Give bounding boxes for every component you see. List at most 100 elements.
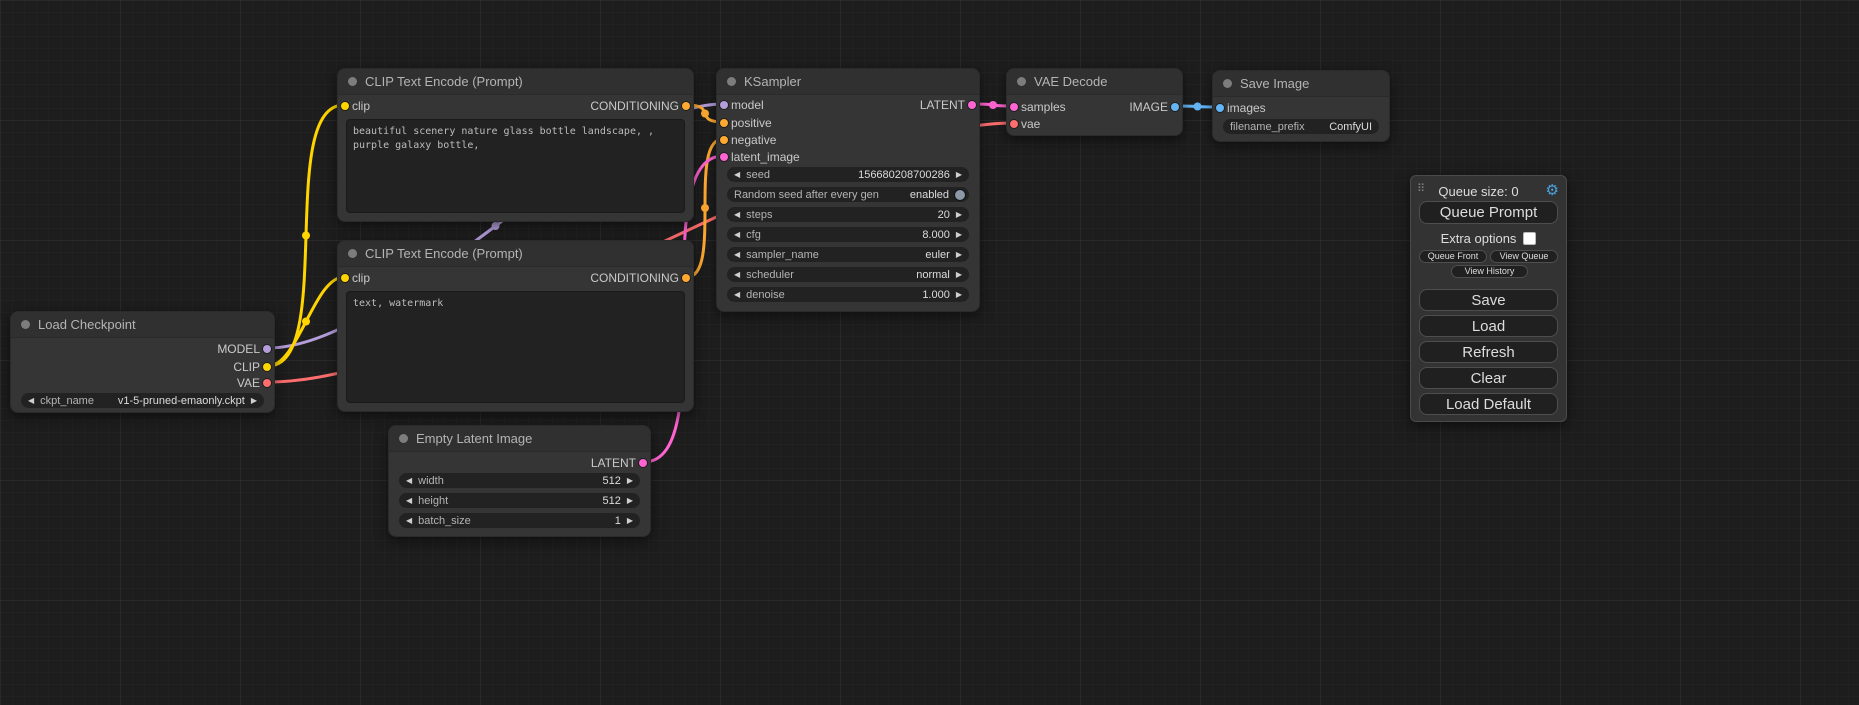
queue-prompt-button[interactable]: Queue Prompt: [1419, 201, 1558, 224]
input-port-positive[interactable]: [720, 119, 728, 127]
node-empty-latent-image[interactable]: Empty Latent Image LATENT ◀ width 512 ▶ …: [388, 425, 651, 537]
input-slot-samples: samples: [1021, 99, 1066, 115]
widget-batch-size[interactable]: ◀ batch_size 1 ▶: [399, 513, 640, 528]
input-slot-clip: clip: [352, 270, 370, 286]
output-slot-conditioning: CONDITIONING: [590, 270, 679, 286]
node-clip-text-encode-negative[interactable]: CLIP Text Encode (Prompt) clip CONDITION…: [337, 240, 694, 412]
node-title-bar[interactable]: CLIP Text Encode (Prompt): [338, 241, 693, 267]
node-clip-text-encode-positive[interactable]: CLIP Text Encode (Prompt) clip CONDITION…: [337, 68, 694, 222]
settings-gear-icon[interactable]: ⚙: [1546, 181, 1559, 199]
decrement-arrow-icon[interactable]: ◀: [406, 513, 412, 528]
node-save-image[interactable]: Save Image images filename_prefix ComfyU…: [1212, 70, 1390, 142]
increment-arrow-icon[interactable]: ▶: [956, 287, 962, 302]
collapse-toggle-icon[interactable]: [727, 77, 736, 86]
widget-cfg[interactable]: ◀ cfg 8.000 ▶: [727, 227, 969, 242]
slot-label: IMAGE: [1129, 100, 1168, 114]
widget-filename-prefix[interactable]: filename_prefix ComfyUI: [1223, 119, 1379, 134]
decrement-arrow-icon[interactable]: ◀: [734, 267, 740, 282]
widget-random-seed[interactable]: Random seed after every gen enabled: [727, 187, 969, 202]
refresh-button[interactable]: Refresh: [1419, 341, 1558, 363]
input-port-negative[interactable]: [720, 136, 728, 144]
collapse-toggle-icon[interactable]: [21, 320, 30, 329]
node-title-bar[interactable]: KSampler: [717, 69, 979, 95]
increment-arrow-icon[interactable]: ▶: [956, 227, 962, 242]
widget-value: normal: [916, 269, 950, 281]
decrement-arrow-icon[interactable]: ◀: [734, 207, 740, 222]
widget-ckpt-name[interactable]: ◀ ckpt_name v1-5-pruned-emaonly.ckpt ▶: [21, 393, 264, 408]
prompt-textarea[interactable]: beautiful scenery nature glass bottle la…: [346, 119, 685, 213]
prompt-textarea[interactable]: text, watermark: [346, 291, 685, 403]
increment-arrow-icon[interactable]: ▶: [251, 393, 257, 408]
load-default-button[interactable]: Load Default: [1419, 393, 1558, 415]
save-button[interactable]: Save: [1419, 289, 1558, 311]
decrement-arrow-icon[interactable]: ◀: [28, 393, 34, 408]
input-slot-positive: positive: [731, 115, 772, 131]
widget-sampler-name[interactable]: ◀ sampler_name euler ▶: [727, 247, 969, 262]
decrement-arrow-icon[interactable]: ◀: [734, 287, 740, 302]
output-port-vae[interactable]: [263, 379, 271, 387]
input-port-vae[interactable]: [1010, 120, 1018, 128]
output-port-conditioning[interactable]: [682, 102, 690, 110]
widget-steps[interactable]: ◀ steps 20 ▶: [727, 207, 969, 222]
output-port-conditioning[interactable]: [682, 274, 690, 282]
widget-denoise[interactable]: ◀ denoise 1.000 ▶: [727, 287, 969, 302]
node-load-checkpoint[interactable]: Load Checkpoint MODEL CLIP VAE ◀ ckpt_na…: [10, 311, 275, 413]
increment-arrow-icon[interactable]: ▶: [956, 267, 962, 282]
input-slot-latent-image: latent_image: [731, 149, 800, 165]
collapse-toggle-icon[interactable]: [1223, 79, 1232, 88]
collapse-toggle-icon[interactable]: [399, 434, 408, 443]
collapse-toggle-icon[interactable]: [348, 249, 357, 258]
input-port-samples[interactable]: [1010, 103, 1018, 111]
increment-arrow-icon[interactable]: ▶: [627, 513, 633, 528]
output-port-latent[interactable]: [968, 101, 976, 109]
clear-button[interactable]: Clear: [1419, 367, 1558, 389]
node-title-bar[interactable]: VAE Decode: [1007, 69, 1182, 95]
input-port-model[interactable]: [720, 101, 728, 109]
widget-height[interactable]: ◀ height 512 ▶: [399, 493, 640, 508]
node-title-text: CLIP Text Encode (Prompt): [365, 74, 523, 89]
view-history-button[interactable]: View History: [1451, 265, 1528, 278]
input-port-clip[interactable]: [341, 102, 349, 110]
input-port-latent-image[interactable]: [720, 153, 728, 161]
increment-arrow-icon[interactable]: ▶: [627, 493, 633, 508]
increment-arrow-icon[interactable]: ▶: [956, 207, 962, 222]
decrement-arrow-icon[interactable]: ◀: [734, 167, 740, 182]
node-vae-decode[interactable]: VAE Decode samples vae IMAGE: [1006, 68, 1183, 136]
node-title-bar[interactable]: Load Checkpoint: [11, 312, 274, 338]
input-port-clip[interactable]: [341, 274, 349, 282]
output-port-clip[interactable]: [263, 363, 271, 371]
increment-arrow-icon[interactable]: ▶: [956, 247, 962, 262]
output-port-image[interactable]: [1171, 103, 1179, 111]
decrement-arrow-icon[interactable]: ◀: [406, 473, 412, 488]
load-button[interactable]: Load: [1419, 315, 1558, 337]
extra-options-checkbox[interactable]: [1523, 232, 1536, 245]
slot-label: CONDITIONING: [590, 271, 679, 285]
queue-front-button[interactable]: Queue Front: [1419, 250, 1487, 263]
input-slot-negative: negative: [731, 132, 776, 148]
output-slot-model: MODEL: [217, 341, 260, 357]
collapse-toggle-icon[interactable]: [348, 77, 357, 86]
widget-width[interactable]: ◀ width 512 ▶: [399, 473, 640, 488]
node-title-bar[interactable]: CLIP Text Encode (Prompt): [338, 69, 693, 95]
output-port-latent[interactable]: [639, 459, 647, 467]
input-port-images[interactable]: [1216, 104, 1224, 112]
output-slot-conditioning: CONDITIONING: [590, 98, 679, 114]
increment-arrow-icon[interactable]: ▶: [956, 167, 962, 182]
slot-label: VAE: [237, 376, 260, 390]
widget-scheduler[interactable]: ◀ scheduler normal ▶: [727, 267, 969, 282]
node-title-bar[interactable]: Save Image: [1213, 71, 1389, 97]
widget-seed[interactable]: ◀ seed 156680208700286 ▶: [727, 167, 969, 182]
node-title-bar[interactable]: Empty Latent Image: [389, 426, 650, 452]
node-editor-canvas[interactable]: Load Checkpoint MODEL CLIP VAE ◀ ckpt_na…: [0, 0, 1859, 705]
node-title-text: Save Image: [1240, 76, 1309, 91]
decrement-arrow-icon[interactable]: ◀: [406, 493, 412, 508]
output-port-model[interactable]: [263, 345, 271, 353]
toggle-icon[interactable]: [955, 190, 965, 200]
collapse-toggle-icon[interactable]: [1017, 77, 1026, 86]
decrement-arrow-icon[interactable]: ◀: [734, 227, 740, 242]
decrement-arrow-icon[interactable]: ◀: [734, 247, 740, 262]
node-ksampler[interactable]: KSampler model positive negative latent_…: [716, 68, 980, 312]
view-queue-button[interactable]: View Queue: [1490, 250, 1558, 263]
input-slot-clip: clip: [352, 98, 370, 114]
increment-arrow-icon[interactable]: ▶: [627, 473, 633, 488]
